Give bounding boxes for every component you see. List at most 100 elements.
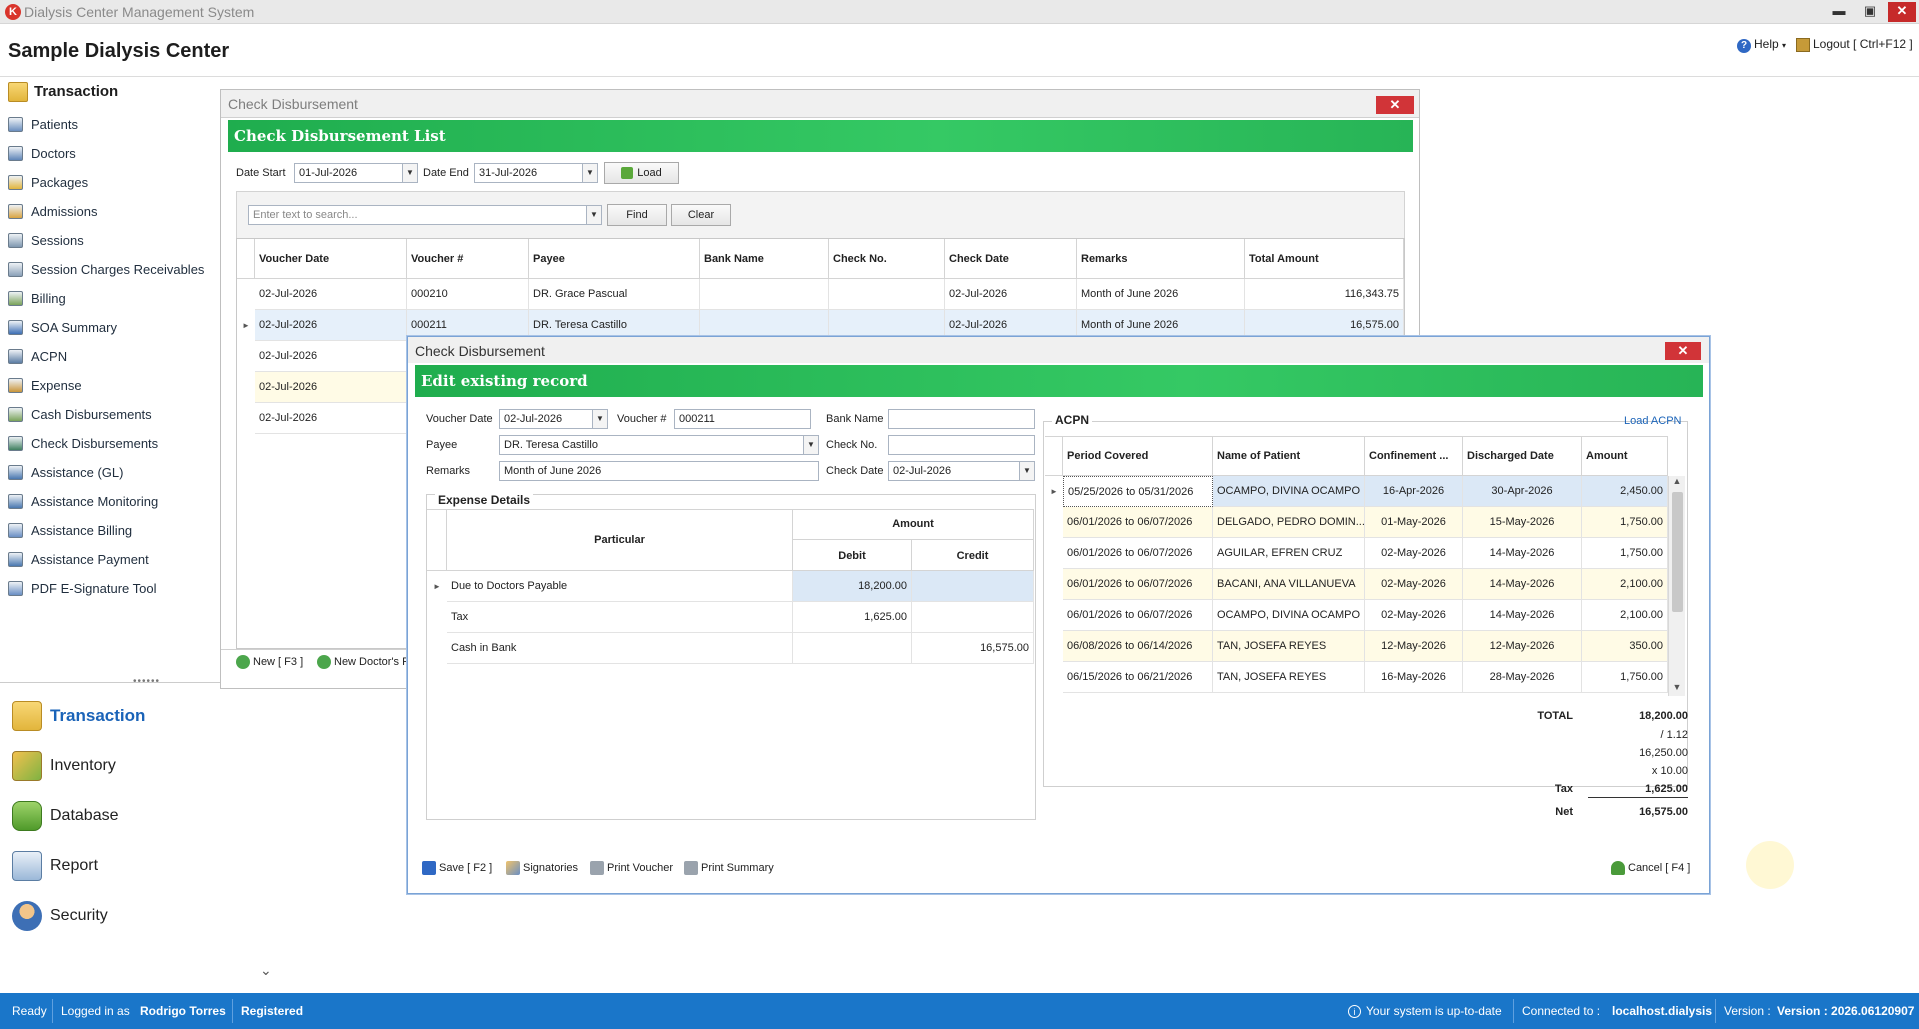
table-cell[interactable]: 02-May-2026 (1365, 600, 1463, 631)
voucher-date-field[interactable]: 02-Jul-2026 ▼ (499, 409, 608, 429)
dropdown-arrow-icon[interactable]: ▼ (1019, 462, 1034, 480)
table-cell[interactable]: 16-Apr-2026 (1365, 476, 1463, 507)
table-cell[interactable]: 2,100.00 (1582, 600, 1668, 631)
table-cell[interactable]: 2,100.00 (1582, 569, 1668, 600)
table-cell[interactable]: 14-May-2026 (1463, 569, 1582, 600)
table-cell[interactable]: 06/01/2026 to 06/07/2026 (1063, 538, 1213, 569)
bank-name-field[interactable] (888, 409, 1035, 429)
list-close-button[interactable]: ✕ (1376, 96, 1414, 114)
column-header[interactable]: Amount (1582, 436, 1668, 476)
sidebar-item-soa-summary[interactable]: SOA Summary (8, 317, 117, 337)
table-cell[interactable]: 14-May-2026 (1463, 600, 1582, 631)
table-cell[interactable]: 06/15/2026 to 06/21/2026 (1063, 662, 1213, 693)
sidebar-item-sessions[interactable]: Sessions (8, 230, 84, 250)
column-header-particular[interactable]: Particular (447, 509, 793, 571)
table-cell[interactable]: 06/01/2026 to 06/07/2026 (1063, 600, 1213, 631)
sidebar-item-packages[interactable]: Packages (8, 172, 88, 192)
signatories-button[interactable]: Signatories (506, 861, 578, 875)
table-cell[interactable] (793, 633, 912, 664)
new-button[interactable]: New [ F3 ] (236, 655, 303, 669)
column-header[interactable]: Payee (529, 239, 700, 279)
sidebar-item-cash-disbursements[interactable]: Cash Disbursements (8, 404, 152, 424)
window-close-button[interactable]: ✕ (1888, 2, 1916, 22)
table-cell[interactable]: AGUILAR, EFREN CRUZ (1213, 538, 1365, 569)
table-cell[interactable]: OCAMPO, DIVINA OCAMPO (1213, 600, 1365, 631)
table-cell[interactable]: 02-May-2026 (1365, 538, 1463, 569)
table-cell[interactable]: 1,625.00 (793, 602, 912, 633)
chevron-down-icon[interactable]: ⌄ (260, 962, 272, 979)
scrollbar-thumb[interactable] (1672, 492, 1683, 612)
table-cell[interactable]: 1,750.00 (1582, 507, 1668, 538)
module-security[interactable]: Security (12, 898, 108, 934)
sidebar-item-doctors[interactable]: Doctors (8, 143, 76, 163)
table-cell[interactable]: 18,200.00 (793, 571, 912, 602)
sidebar-item-admissions[interactable]: Admissions (8, 201, 97, 221)
table-cell[interactable]: 28-May-2026 (1463, 662, 1582, 693)
column-header[interactable]: Bank Name (700, 239, 829, 279)
sidebar-item-assistance-gl[interactable]: Assistance (GL) (8, 462, 123, 482)
module-database[interactable]: Database (12, 798, 119, 834)
table-cell[interactable]: 01-May-2026 (1365, 507, 1463, 538)
load-acpn-link[interactable]: Load ACPN (1624, 415, 1681, 427)
dropdown-arrow-icon[interactable]: ▼ (803, 436, 818, 454)
dropdown-arrow-icon[interactable]: ▼ (402, 164, 417, 182)
save-button[interactable]: Save [ F2 ] (422, 861, 492, 875)
column-header-credit[interactable]: Credit (912, 540, 1034, 571)
voucher-no-field[interactable]: 000211 (674, 409, 811, 429)
table-cell[interactable]: Due to Doctors Payable (447, 571, 793, 602)
scroll-up-icon[interactable]: ▲ (1669, 476, 1685, 490)
table-cell[interactable] (912, 571, 1034, 602)
print-voucher-button[interactable]: Print Voucher (590, 861, 673, 875)
column-header[interactable]: Check No. (829, 239, 945, 279)
print-summary-button[interactable]: Print Summary (684, 861, 774, 875)
check-no-field[interactable] (888, 435, 1035, 455)
table-cell[interactable]: TAN, JOSEFA REYES (1213, 662, 1365, 693)
table-cell[interactable]: 16,575.00 (912, 633, 1034, 664)
search-input[interactable]: Enter text to search... ▼ (248, 205, 602, 225)
dialog-close-button[interactable]: ✕ (1665, 342, 1701, 360)
find-button[interactable]: Find (607, 204, 667, 226)
table-cell[interactable]: 06/01/2026 to 06/07/2026 (1063, 569, 1213, 600)
column-header[interactable]: Confinement ... (1365, 436, 1463, 476)
table-cell[interactable]: 1,750.00 (1582, 538, 1668, 569)
restore-button[interactable]: ▣ (1856, 2, 1884, 22)
sidebar-item-check-disbursements[interactable]: Check Disbursements (8, 433, 158, 453)
scroll-down-icon[interactable]: ▼ (1669, 682, 1685, 696)
date-end-field[interactable]: 31-Jul-2026 ▼ (474, 163, 598, 183)
column-header[interactable]: Name of Patient (1213, 436, 1365, 476)
table-cell[interactable]: 2,450.00 (1582, 476, 1668, 507)
column-header[interactable]: Check Date (945, 239, 1077, 279)
module-inventory[interactable]: Inventory (12, 748, 116, 784)
table-cell[interactable]: 06/01/2026 to 06/07/2026 (1063, 507, 1213, 538)
table-cell[interactable]: 16-May-2026 (1365, 662, 1463, 693)
column-header-debit[interactable]: Debit (793, 540, 912, 571)
payee-field[interactable]: DR. Teresa Castillo ▼ (499, 435, 819, 455)
sidebar-item-billing[interactable]: Billing (8, 288, 66, 308)
help-menu[interactable]: ? Help ▾ (1737, 37, 1786, 53)
sidebar-item-acpn[interactable]: ACPN (8, 346, 67, 366)
table-cell[interactable]: 350.00 (1582, 631, 1668, 662)
minimize-button[interactable]: ▬ (1825, 2, 1853, 22)
column-header[interactable]: Remarks (1077, 239, 1245, 279)
column-header[interactable]: Period Covered (1063, 436, 1213, 476)
table-cell[interactable]: 05/25/2026 to 05/31/2026 (1063, 476, 1213, 507)
sidebar-item-assistance-monitoring[interactable]: Assistance Monitoring (8, 491, 158, 511)
table-cell[interactable]: Cash in Bank (447, 633, 793, 664)
sidebar-item-pdf-e-signature-tool[interactable]: PDF E-Signature Tool (8, 578, 157, 598)
cancel-button[interactable]: Cancel [ F4 ] (1611, 861, 1690, 875)
table-cell[interactable]: BACANI, ANA VILLANUEVA (1213, 569, 1365, 600)
column-header[interactable]: Total Amount (1245, 239, 1404, 279)
table-cell[interactable]: 12-May-2026 (1365, 631, 1463, 662)
table-cell[interactable]: 12-May-2026 (1463, 631, 1582, 662)
sidebar-item-assistance-payment[interactable]: Assistance Payment (8, 549, 149, 569)
column-header[interactable]: Voucher Date (255, 239, 407, 279)
table-cell[interactable]: 02-May-2026 (1365, 569, 1463, 600)
load-button[interactable]: Load (604, 162, 679, 184)
dropdown-arrow-icon[interactable]: ▼ (582, 164, 597, 182)
logout-button[interactable]: Logout [ Ctrl+F12 ] (1796, 37, 1913, 52)
table-cell[interactable]: 30-Apr-2026 (1463, 476, 1582, 507)
table-cell[interactable] (912, 602, 1034, 633)
sidebar-item-assistance-billing[interactable]: Assistance Billing (8, 520, 132, 540)
vertical-scrollbar[interactable]: ▲ ▼ (1668, 476, 1685, 696)
table-cell[interactable]: 15-May-2026 (1463, 507, 1582, 538)
